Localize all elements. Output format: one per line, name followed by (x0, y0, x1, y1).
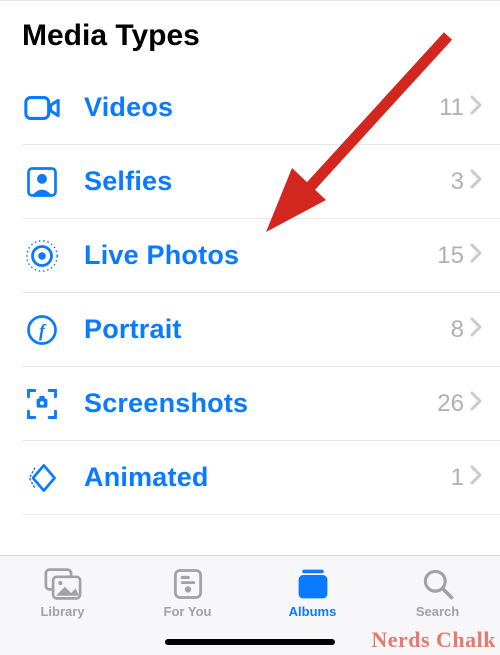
chevron-right-icon (470, 465, 482, 490)
tab-bar: Library For You Albums (0, 555, 500, 655)
chevron-right-icon (470, 317, 482, 342)
videos-icon (22, 88, 62, 128)
chevron-right-icon (470, 391, 482, 416)
row-count: 8 (451, 316, 464, 344)
row-label: Portrait (84, 314, 451, 345)
albums-tab-icon (293, 566, 333, 602)
tab-label: For You (164, 604, 212, 619)
selfies-icon (22, 162, 62, 202)
library-tab-icon (43, 566, 83, 602)
row-count: 15 (437, 242, 464, 270)
row-count: 26 (437, 390, 464, 418)
row-selfies[interactable]: Selfies 3 (22, 145, 500, 219)
tab-albums[interactable]: Albums (250, 566, 375, 619)
row-animated[interactable]: Animated 1 (22, 441, 500, 515)
row-label: Screenshots (84, 388, 437, 419)
tab-label: Search (416, 604, 459, 619)
tab-search[interactable]: Search (375, 566, 500, 619)
live-photos-icon (22, 236, 62, 276)
section-header-media-types: Media Types (0, 0, 500, 71)
search-tab-icon (418, 566, 458, 602)
svg-text:f: f (39, 320, 47, 340)
row-videos[interactable]: Videos 11 (22, 71, 500, 145)
row-label: Selfies (84, 166, 451, 197)
row-portrait[interactable]: f Portrait 8 (22, 293, 500, 367)
row-screenshots[interactable]: Screenshots 26 (22, 367, 500, 441)
home-indicator[interactable] (165, 639, 335, 645)
row-count: 3 (451, 168, 464, 196)
portrait-icon: f (22, 310, 62, 350)
tab-library[interactable]: Library (0, 566, 125, 619)
animated-icon (22, 458, 62, 498)
foryou-tab-icon (168, 566, 208, 602)
row-label: Animated (84, 462, 451, 493)
row-count: 1 (451, 464, 464, 492)
chevron-right-icon (470, 95, 482, 120)
tab-label: Library (40, 604, 84, 619)
screenshots-icon (22, 384, 62, 424)
row-label: Videos (84, 92, 439, 123)
media-types-list: Videos 11 Selfies 3 (0, 71, 500, 515)
row-live-photos[interactable]: Live Photos 15 (22, 219, 500, 293)
tab-label: Albums (289, 604, 337, 619)
tab-foryou[interactable]: For You (125, 566, 250, 619)
chevron-right-icon (470, 169, 482, 194)
row-count: 11 (439, 94, 464, 122)
row-label: Live Photos (84, 240, 437, 271)
chevron-right-icon (470, 243, 482, 268)
